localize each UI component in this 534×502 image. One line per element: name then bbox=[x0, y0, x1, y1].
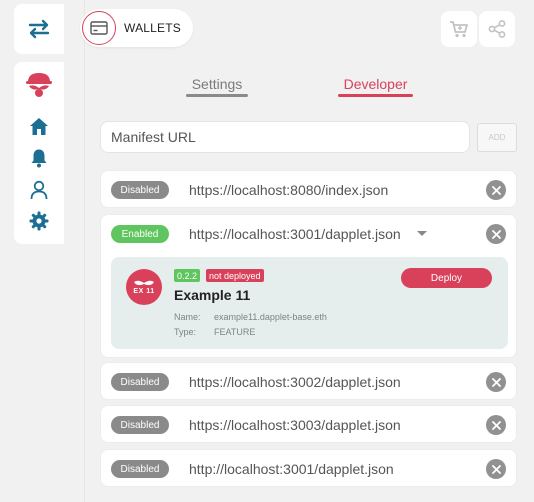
status-toggle[interactable]: Disabled bbox=[111, 181, 169, 199]
share-button[interactable] bbox=[479, 11, 515, 47]
dapplets-logo-icon[interactable] bbox=[14, 68, 64, 102]
manifest-url-input[interactable] bbox=[100, 121, 470, 153]
cart-icon bbox=[450, 21, 468, 38]
remove-button[interactable] bbox=[486, 459, 506, 479]
remove-button[interactable] bbox=[486, 224, 506, 244]
dapplet-logo: EX 11 bbox=[126, 269, 162, 305]
registry-row: Disabled https://localhost:3003/dapplet.… bbox=[100, 405, 517, 443]
close-icon bbox=[491, 377, 501, 387]
dapplet-card: EX 11 0.2.2 not deployed Example 11 Name… bbox=[111, 257, 508, 349]
wallets-button[interactable]: WALLETS bbox=[80, 9, 193, 47]
registry-url: http://localhost:3001/dapplet.json bbox=[189, 461, 394, 477]
tab-developer[interactable]: Developer bbox=[338, 76, 413, 92]
tab-settings-underline bbox=[186, 94, 248, 97]
registry-url: https://localhost:8080/index.json bbox=[189, 182, 389, 198]
deploy-status-badge: not deployed bbox=[206, 269, 264, 282]
dapplet-logo-text: EX 11 bbox=[133, 288, 155, 295]
sidebar-nav bbox=[14, 62, 64, 244]
cart-button[interactable] bbox=[441, 11, 477, 47]
registry-row-expanded: Enabled https://localhost:3001/dapplet.j… bbox=[100, 214, 517, 358]
tab-developer-underline bbox=[338, 94, 413, 97]
dapplet-title: Example 11 bbox=[174, 287, 251, 303]
wallet-icon bbox=[82, 11, 116, 45]
registry-url: https://localhost:3002/dapplet.json bbox=[189, 374, 401, 390]
user-icon[interactable] bbox=[14, 178, 64, 202]
registry-url: https://localhost:3003/dapplet.json bbox=[189, 417, 401, 433]
remove-button[interactable] bbox=[486, 415, 506, 435]
sidebar-toggle-panel bbox=[14, 4, 64, 54]
status-toggle[interactable]: Disabled bbox=[111, 373, 169, 391]
deploy-button[interactable]: Deploy bbox=[401, 268, 492, 288]
close-icon bbox=[491, 229, 501, 239]
type-label: Type: bbox=[174, 327, 197, 337]
remove-button[interactable] bbox=[486, 372, 506, 392]
share-icon bbox=[488, 20, 506, 38]
wallets-label: WALLETS bbox=[124, 21, 181, 35]
registry-row: Disabled https://localhost:3002/dapplet.… bbox=[100, 362, 517, 400]
chevron-down-icon[interactable] bbox=[417, 231, 427, 236]
tab-settings[interactable]: Settings bbox=[186, 76, 248, 92]
status-toggle[interactable]: Enabled bbox=[111, 225, 169, 243]
close-icon bbox=[491, 420, 501, 430]
name-label: Name: bbox=[174, 312, 201, 322]
registry-row: Disabled https://localhost:8080/index.js… bbox=[100, 170, 517, 208]
swap-arrows-icon[interactable] bbox=[14, 12, 64, 46]
name-value: example11.dapplet-base.eth bbox=[214, 312, 327, 322]
remove-button[interactable] bbox=[486, 180, 506, 200]
close-icon bbox=[491, 464, 501, 474]
bell-icon[interactable] bbox=[14, 146, 64, 170]
version-badge: 0.2.2 bbox=[174, 269, 201, 282]
gear-icon[interactable] bbox=[14, 209, 64, 233]
mustache-icon bbox=[134, 280, 154, 286]
status-toggle[interactable]: Disabled bbox=[111, 460, 169, 478]
registry-row: Disabled http://localhost:3001/dapplet.j… bbox=[100, 449, 517, 487]
home-icon[interactable] bbox=[14, 114, 64, 138]
add-button[interactable]: ADD bbox=[477, 123, 517, 152]
status-toggle[interactable]: Disabled bbox=[111, 416, 169, 434]
registry-url: https://localhost:3001/dapplet.json bbox=[189, 226, 401, 242]
type-value: FEATURE bbox=[214, 327, 256, 337]
close-icon bbox=[491, 185, 501, 195]
